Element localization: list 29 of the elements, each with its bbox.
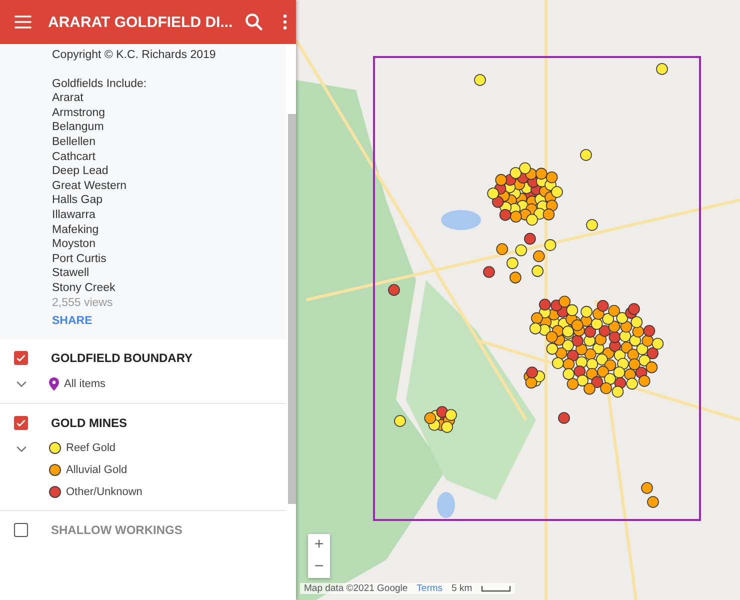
goldfield-name: Belangum — [52, 120, 105, 135]
goldfield-name: Moyston — [52, 237, 96, 252]
legend-label[interactable]: All items — [64, 378, 106, 390]
goldfield-name: Armstrong — [52, 106, 106, 120]
layer-title[interactable]: GOLD MINES — [51, 416, 128, 430]
goldfield-name: Mafeking — [52, 222, 100, 238]
goldfield-name: Illawarra — [52, 208, 96, 223]
goldfield-name: Ararat — [52, 91, 84, 106]
map-title: ARARAT GOLDFIELD DI... — [48, 14, 233, 30]
goldfield-name: Stawell — [52, 266, 90, 281]
zoom-out-button[interactable]: − — [308, 556, 330, 578]
scale-label: 5 km — [452, 583, 472, 594]
copyright-text: Copyright © K.C. Richards 2019 — [52, 48, 217, 63]
map-attribution: Map data ©2021 Google — [304, 583, 408, 594]
goldfield-name: Port Curtis — [52, 252, 108, 266]
layer-title[interactable]: SHALLOW WORKINGS — [51, 523, 182, 538]
legend-label[interactable]: Other/Unknown — [66, 486, 142, 498]
legend-label[interactable]: Alluvial Gold — [66, 464, 128, 476]
goldfield-name: Cathcart — [52, 150, 96, 164]
legend-label[interactable]: Reef Gold — [66, 442, 116, 454]
layer-title[interactable]: GOLDFIELD BOUNDARY — [51, 351, 193, 366]
goldfield-name: Stony Creek — [52, 280, 116, 296]
goldfield-name: Halls Gap — [52, 193, 104, 208]
list-heading: Goldfields Include: — [52, 76, 148, 92]
goldfield-name: Great Western — [52, 178, 128, 194]
zoom-in-button[interactable]: + — [308, 534, 330, 556]
goldfield-name: Deep Lead — [52, 164, 110, 179]
view-count: 2,555 views — [52, 296, 114, 310]
goldfield-name: Bellellen — [52, 134, 96, 150]
